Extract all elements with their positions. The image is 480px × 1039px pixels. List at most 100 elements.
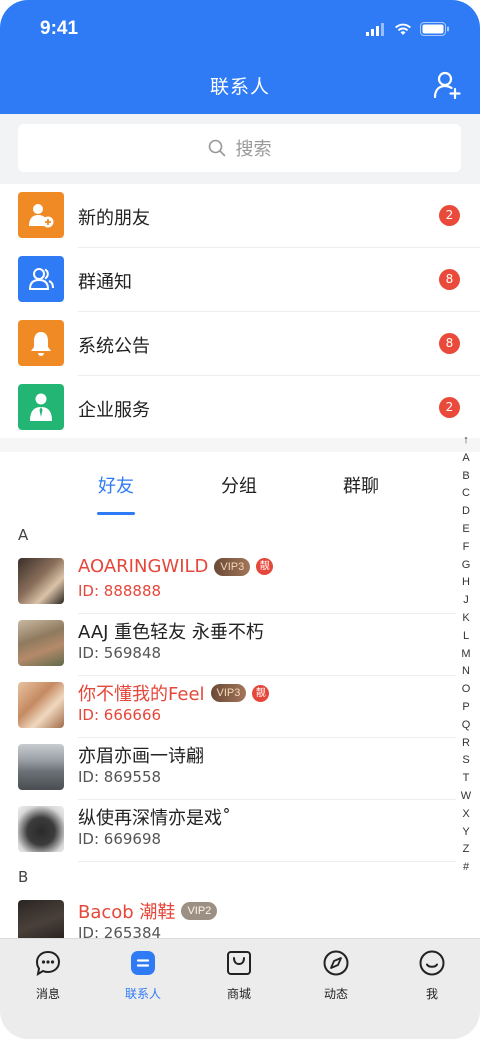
contact-name-text: 你不懂我的Feel — [78, 684, 205, 705]
index-letter[interactable]: ↑ — [456, 432, 476, 450]
contact-name: 你不懂我的Feel VIP3 靓 — [78, 680, 270, 706]
avatar — [18, 744, 64, 790]
menu-item-system-announcement[interactable]: 系统公告 8 — [0, 312, 480, 376]
index-letter[interactable]: Y — [456, 824, 476, 842]
section-header-b: B — [18, 868, 29, 886]
avatar — [18, 682, 64, 728]
avatar — [18, 620, 64, 666]
menu-label: 企业服务 — [78, 400, 150, 421]
index-letter[interactable]: L — [456, 628, 476, 646]
index-letter[interactable]: G — [456, 557, 476, 575]
contact-name-text: 亦眉亦画一诗翩 — [78, 746, 204, 767]
index-letter[interactable]: B — [456, 468, 476, 486]
index-letter[interactable]: K — [456, 610, 476, 628]
menu-item-new-friends[interactable]: 新的朋友 2 — [0, 184, 480, 248]
business-person-icon — [18, 384, 64, 430]
index-letter[interactable]: W — [456, 788, 476, 806]
alphabet-index[interactable]: ↑ A B C D E F G H J K L M N O P Q R S T W X Y Z # — [456, 432, 476, 877]
contact-name: AOARINGWILD VIP3 靓 — [78, 556, 274, 577]
nav-moments[interactable]: 动态 — [296, 949, 376, 1002]
index-letter[interactable]: T — [456, 770, 476, 788]
index-letter[interactable]: E — [456, 521, 476, 539]
tab-groups[interactable]: 分组 — [199, 472, 279, 498]
bell-icon — [18, 320, 64, 366]
menu-label: 群通知 — [78, 272, 132, 293]
nav-label: 消息 — [35, 987, 60, 1001]
page-title: 联系人 — [209, 76, 270, 98]
contact-id: ID: 569848 — [78, 644, 162, 662]
wifi-icon — [395, 23, 411, 35]
nav-shop[interactable]: 商城 — [199, 949, 279, 1002]
contact-id: ID: 669698 — [78, 830, 162, 848]
contact-name: AAJ 重色轻友 永垂不朽 — [78, 618, 264, 644]
contacts-icon — [131, 951, 155, 975]
contact-name-text: AAJ 重色轻友 永垂不朽 — [78, 622, 264, 643]
search-area: 搜索 — [0, 114, 480, 184]
contact-row[interactable]: 纵使再深情亦是戏˚ ID: 669698 — [0, 800, 456, 862]
add-friend-icon — [18, 192, 64, 238]
tab-friends[interactable]: 好友 — [76, 472, 156, 498]
index-letter[interactable]: A — [456, 450, 476, 468]
menu-item-group-notice[interactable]: 群通知 8 — [0, 248, 480, 312]
index-letter[interactable]: N — [456, 663, 476, 681]
index-letter[interactable]: X — [456, 806, 476, 824]
signal-icon — [366, 22, 384, 36]
search-input[interactable]: 搜索 — [18, 124, 461, 172]
vip-badge: VIP2 — [181, 902, 218, 920]
index-letter[interactable]: H — [456, 574, 476, 592]
contact-id: ID: 666666 — [78, 706, 162, 724]
contact-name-text: 纵使再深情亦是戏˚ — [78, 808, 231, 829]
premium-id-badge: 靓 — [256, 558, 274, 575]
bottom-nav: 消息 联系人 商城 动态 我 — [0, 938, 480, 1039]
vip-badge: VIP3 — [214, 557, 251, 576]
menu-item-business-service[interactable]: 企业服务 2 — [0, 376, 480, 440]
nav-label: 动态 — [323, 987, 348, 1001]
nav-contacts[interactable]: 联系人 — [103, 949, 183, 1002]
nav-me[interactable]: 我 — [392, 949, 472, 1002]
section-header-a: A — [18, 526, 29, 544]
nav-label: 商城 — [226, 987, 251, 1001]
index-letter[interactable]: Z — [456, 841, 476, 859]
status-time: 9:41 — [40, 18, 79, 39]
contact-row[interactable]: AOARINGWILD VIP3 靓 ID: 888888 — [0, 552, 456, 614]
index-letter[interactable]: # — [456, 859, 476, 877]
tab-group-chats[interactable]: 群聊 — [321, 472, 401, 498]
header: 9:41 联系人 — [0, 0, 480, 114]
nav-label: 我 — [425, 987, 438, 1001]
index-letter[interactable]: R — [456, 735, 476, 753]
unread-badge: 2 — [439, 205, 460, 226]
index-letter[interactable]: O — [456, 681, 476, 699]
index-letter[interactable]: Q — [456, 717, 476, 735]
unread-badge: 8 — [439, 269, 460, 290]
index-letter[interactable]: S — [456, 752, 476, 770]
unread-badge: 8 — [439, 333, 460, 354]
avatar — [18, 806, 64, 852]
contact-id: ID: 888888 — [78, 582, 162, 600]
index-letter[interactable]: D — [456, 503, 476, 521]
group-icon — [18, 256, 64, 302]
contact-id: ID: 869558 — [78, 768, 162, 786]
index-letter[interactable]: M — [456, 646, 476, 664]
contact-row[interactable]: 亦眉亦画一诗翩 ID: 869558 — [0, 738, 456, 800]
chat-bubble-icon — [35, 950, 61, 976]
index-letter[interactable]: C — [456, 485, 476, 503]
nav-label: 联系人 — [124, 987, 161, 1001]
vip-badge: VIP3 — [210, 684, 247, 702]
add-contact-icon[interactable] — [432, 70, 462, 100]
contact-name-text: Bacob 潮鞋 — [78, 902, 176, 923]
search-placeholder: 搜索 — [235, 139, 272, 160]
contact-name: Bacob 潮鞋 VIP2 — [78, 898, 218, 924]
index-letter[interactable]: F — [456, 539, 476, 557]
avatar — [18, 558, 64, 604]
menu-label: 系统公告 — [78, 336, 150, 357]
premium-id-badge: 靓 — [252, 684, 270, 702]
contact-row[interactable]: 你不懂我的Feel VIP3 靓 ID: 666666 — [0, 676, 456, 738]
index-letter[interactable]: P — [456, 699, 476, 717]
contact-row[interactable]: AAJ 重色轻友 永垂不朽 ID: 569848 — [0, 614, 456, 676]
menu-label: 新的朋友 — [78, 208, 150, 229]
shopping-bag-icon — [227, 951, 251, 975]
divider — [78, 861, 456, 862]
nav-messages[interactable]: 消息 — [8, 949, 88, 1002]
contact-tabs: 好友 分组 群聊 — [0, 452, 456, 518]
index-letter[interactable]: J — [456, 592, 476, 610]
